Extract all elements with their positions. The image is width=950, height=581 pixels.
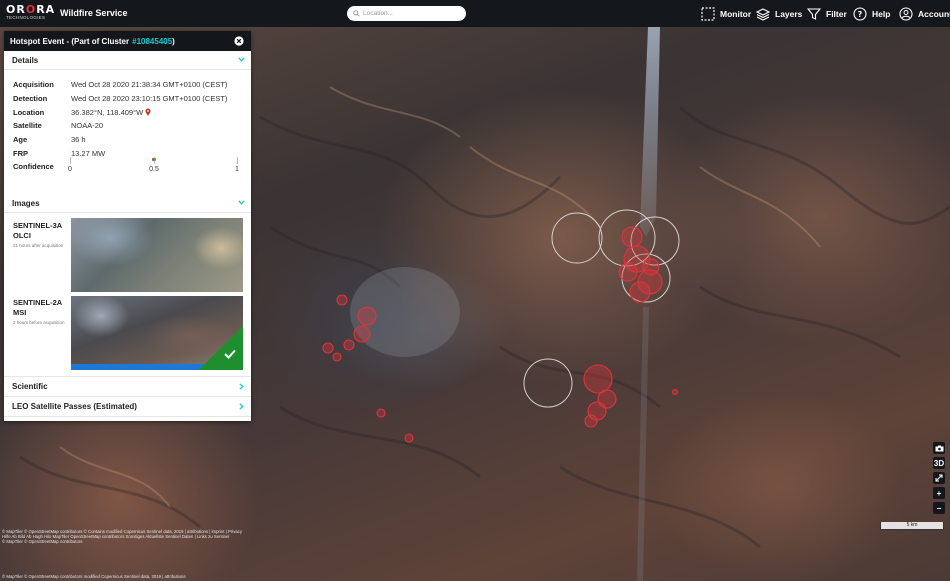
- app-title: Wildfire Service: [60, 8, 128, 18]
- hotspot[interactable]: [629, 281, 651, 303]
- orora-logo[interactable]: ORORA TECHNOLOGIES: [6, 3, 56, 23]
- smoke-trail: [637, 306, 649, 581]
- detail-row-satellite: Satellite NOAA-20: [13, 121, 104, 131]
- confidence-tick: [237, 157, 238, 164]
- hotspot-event-panel: Hotspot Event - (Part of Cluster #108454…: [4, 31, 251, 421]
- camera-button[interactable]: [933, 442, 945, 454]
- camera-icon: [935, 445, 943, 451]
- thumbnail-selected-flag: [199, 326, 243, 370]
- detail-row-acquisition: Acquisition Wed Oct 28 2020 21:38:34 GMT…: [13, 80, 228, 90]
- hotspot[interactable]: [642, 258, 660, 276]
- hotspot[interactable]: [357, 306, 377, 326]
- map-pin-icon[interactable]: [145, 108, 151, 117]
- hotspot[interactable]: [584, 414, 598, 428]
- images-section-header[interactable]: Images: [4, 194, 251, 213]
- nav-account[interactable]: Account: [899, 5, 950, 22]
- location-value: 36.382°N, 118.409°W: [71, 107, 144, 117]
- location-search[interactable]: [347, 6, 466, 21]
- image-instrument: OLCI: [13, 231, 31, 240]
- close-icon[interactable]: [234, 36, 244, 46]
- chevron-down-icon: [238, 57, 245, 62]
- nav-help[interactable]: ? Help: [853, 5, 890, 22]
- top-bar: ORORA TECHNOLOGIES Wildfire Service Moni…: [0, 0, 950, 27]
- image-instrument: MSI: [13, 308, 27, 317]
- panel-title-end: ): [172, 36, 175, 46]
- image-timing-note: 21 hours after acquisition: [13, 243, 64, 248]
- chevron-down-icon: [238, 200, 245, 205]
- chevron-right-icon: [239, 403, 244, 410]
- scientific-section-title: Scientific: [12, 382, 48, 391]
- detail-row-age: Age 36 h: [13, 135, 86, 145]
- confidence-min-label: 0: [68, 166, 72, 173]
- scientific-section-header[interactable]: Scientific: [4, 377, 251, 397]
- map-controls: 3D + −: [933, 442, 945, 514]
- details-section-title: Details: [12, 55, 39, 65]
- svg-text:?: ?: [858, 10, 863, 19]
- confidence-max-label: 1: [235, 166, 239, 173]
- confidence-mid-label: 0.5: [149, 166, 159, 173]
- nav-filter-label: Filter: [826, 8, 847, 19]
- images-section: SENTINEL-3A OLCI 21 hours after acquisit…: [4, 213, 251, 377]
- search-icon: [353, 9, 360, 17]
- map-attribution-footer: © MapTiler © OpenStreetMap contributors …: [2, 574, 186, 579]
- image-entry-sentinel-2a: SENTINEL-2A MSI 2 hours before acquisiti…: [13, 298, 65, 325]
- nav-monitor-label: Monitor: [720, 8, 752, 19]
- sentinel-3a-thumbnail[interactable]: [71, 218, 243, 292]
- image-entry-sentinel-3a: SENTINEL-3A OLCI 21 hours after acquisit…: [13, 221, 63, 248]
- confidence-marker: [151, 158, 156, 161]
- footprint-circle[interactable]: [551, 212, 603, 264]
- hotspot[interactable]: [618, 262, 638, 282]
- image-satellite-name: SENTINEL-2A: [13, 298, 63, 307]
- details-section: Acquisition Wed Oct 28 2020 21:38:34 GMT…: [4, 70, 251, 194]
- location-search-input[interactable]: [363, 8, 461, 19]
- panel-title: Hotspot Event - (Part of Cluster: [10, 36, 130, 46]
- nav-layers[interactable]: Layers: [756, 5, 802, 22]
- account-icon: [899, 6, 913, 21]
- check-icon: [224, 349, 236, 359]
- details-section-header[interactable]: Details: [4, 51, 251, 70]
- hotspot[interactable]: [336, 294, 348, 306]
- zoom-in-button[interactable]: +: [933, 487, 945, 499]
- expand-icon: [935, 474, 943, 482]
- nav-help-label: Help: [872, 8, 891, 19]
- image-timing-note: 2 hours before acquisition: [13, 320, 65, 325]
- panel-header: Hotspot Event - (Part of Cluster #108454…: [4, 31, 251, 51]
- filter-icon: [807, 7, 821, 20]
- nav-filter[interactable]: Filter: [807, 5, 847, 22]
- nav-monitor[interactable]: Monitor: [701, 5, 751, 22]
- logo-subtitle: TECHNOLOGIES: [6, 15, 46, 20]
- confidence-tick: [70, 157, 71, 164]
- hotspot[interactable]: [343, 339, 355, 351]
- help-icon: ?: [853, 6, 867, 21]
- detail-row-detection: Detection Wed Oct 28 2020 23:10:15 GMT+0…: [13, 94, 228, 104]
- detail-row-location: Location 36.382°N, 118.409°W: [13, 105, 251, 119]
- hotspot[interactable]: [353, 325, 371, 343]
- hotspot[interactable]: [583, 364, 613, 394]
- images-section-title: Images: [12, 198, 40, 208]
- leo-passes-section-header[interactable]: LEO Satellite Passes (Estimated): [4, 397, 251, 417]
- image-satellite-name: SENTINEL-3A: [13, 221, 63, 230]
- confidence-scale: 0 0.5 1: [61, 157, 241, 177]
- nav-account-label: Account: [918, 8, 950, 19]
- hotspot[interactable]: [621, 226, 643, 248]
- hotspot[interactable]: [671, 388, 679, 396]
- scale-bar: 5 km: [880, 522, 944, 530]
- hotspot[interactable]: [322, 342, 334, 354]
- nav-layers-label: Layers: [775, 8, 803, 19]
- sentinel-2a-thumbnail[interactable]: [71, 296, 243, 370]
- map-attribution: © MapTiler © OpenStreetMap contributors …: [2, 529, 243, 544]
- hotspot[interactable]: [376, 408, 386, 418]
- expand-button[interactable]: [933, 472, 945, 484]
- zoom-out-button[interactable]: −: [933, 502, 945, 514]
- hotspot[interactable]: [332, 352, 342, 362]
- leo-passes-section-title: LEO Satellite Passes (Estimated): [12, 402, 137, 411]
- chevron-right-icon: [239, 383, 244, 390]
- three-d-button[interactable]: 3D: [933, 457, 945, 469]
- logo-word: ORORA: [6, 3, 56, 16]
- monitor-frame-icon: [701, 6, 715, 21]
- hotspot[interactable]: [404, 433, 414, 443]
- layers-icon: [756, 7, 770, 21]
- cluster-link[interactable]: #10845405: [132, 37, 172, 46]
- smoke-plume: [640, 27, 660, 237]
